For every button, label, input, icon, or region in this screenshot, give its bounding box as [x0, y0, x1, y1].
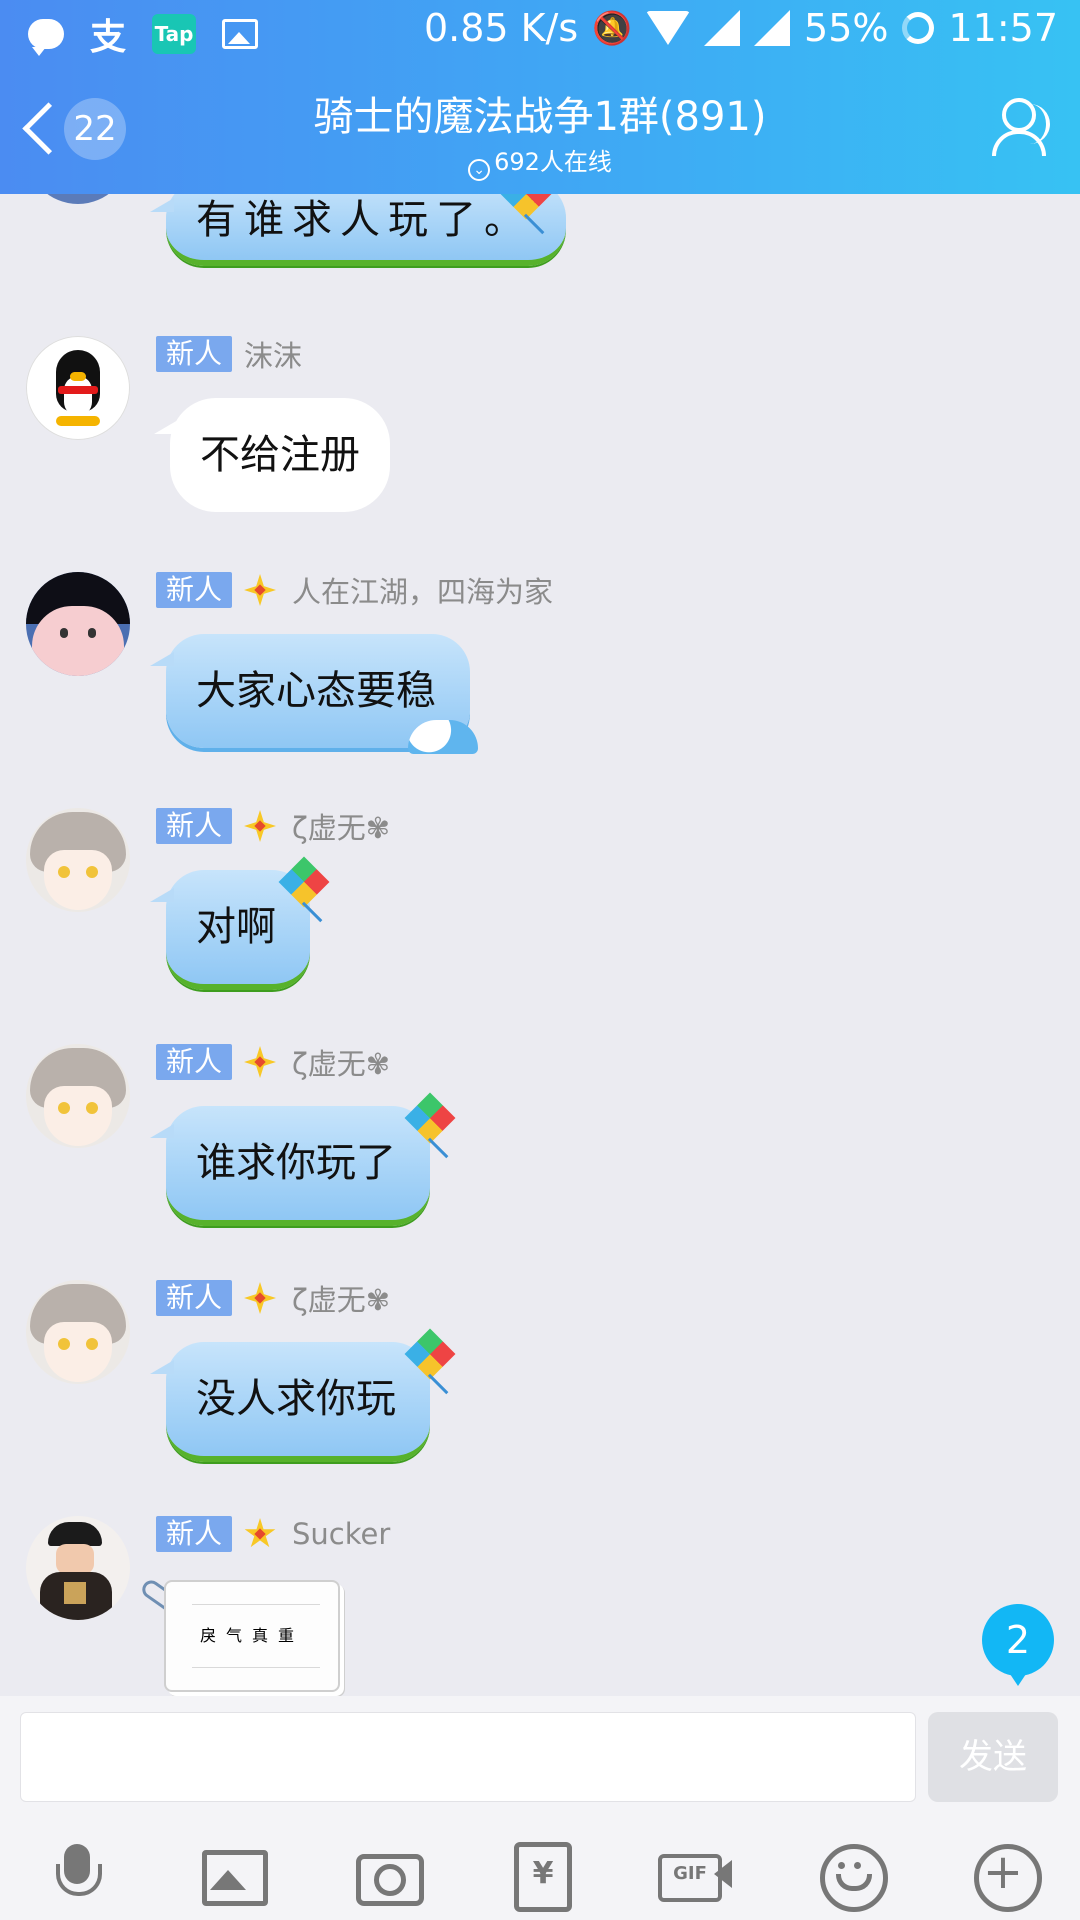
avatar[interactable] [26, 1516, 130, 1620]
message-bubble[interactable]: 谁求你玩了 [150, 1106, 430, 1226]
sender-meta: 新人 人在江湖，四海为家 [156, 569, 553, 611]
message-bubble[interactable]: 戾气真重 [164, 1580, 341, 1692]
sender-name[interactable]: ζ虚无✾ [292, 1041, 390, 1083]
message-input[interactable] [20, 1712, 916, 1802]
avatar[interactable] [26, 1044, 130, 1148]
wifi-icon [646, 11, 691, 45]
sender-name[interactable]: Sucker [292, 1517, 390, 1551]
zhi-app-icon: 支 [90, 17, 127, 58]
emoji-icon[interactable] [818, 1842, 888, 1912]
new-member-badge: 新人 [156, 1044, 233, 1080]
send-button[interactable]: 发送 [928, 1712, 1058, 1802]
battery-ring-icon [902, 12, 935, 44]
status-bar: 支 Tap 0.85 K/s 🔕 55% 11:57 [0, 0, 1080, 64]
top-bar: 支 Tap 0.85 K/s 🔕 55% 11:57 22 骑士的魔法战争1群(… [0, 0, 1080, 194]
message-bubble[interactable]: 没人求你玩 [150, 1342, 430, 1462]
avatar[interactable] [26, 336, 130, 440]
sender-name[interactable]: 沫沫 [244, 333, 302, 375]
member-level-icon [240, 570, 280, 610]
signal-icon-2 [754, 10, 791, 46]
clock: 11:57 [948, 6, 1058, 50]
sender-meta: 新人 ζ虚无✾ [156, 805, 390, 847]
chat-notification-icon [28, 19, 64, 56]
message-bubble[interactable]: 不给注册 [154, 398, 390, 512]
message-bubble[interactable]: 大家心态要稳 [150, 634, 478, 754]
gif-icon[interactable] [658, 1842, 734, 1906]
new-message-count-badge[interactable]: 2 [982, 1604, 1054, 1686]
member-level-icon [240, 1514, 280, 1554]
new-member-badge: 新人 [156, 1280, 233, 1316]
microphone-icon[interactable] [46, 1842, 110, 1906]
composer-bar: 发送 [0, 1696, 1080, 1920]
red-packet-icon[interactable] [508, 1842, 572, 1912]
chevron-down-circle-icon: ⌄ [468, 159, 491, 181]
member-level-icon [240, 1278, 280, 1318]
group-members-button[interactable] [988, 94, 1058, 160]
online-count[interactable]: ⌄ 692人在线 [0, 142, 1080, 181]
member-level-icon [240, 1042, 280, 1082]
new-member-badge: 新人 [156, 808, 233, 844]
sender-meta: 新人 ζ虚无✾ [156, 1277, 390, 1319]
tap-app-icon: Tap [152, 14, 197, 54]
sender-meta: 新人 Sucker [156, 1516, 390, 1552]
bell-off-icon: 🔕 [592, 9, 633, 47]
plus-icon[interactable] [972, 1842, 1042, 1912]
sender-meta: 新人 沫沫 [156, 333, 302, 375]
sender-name[interactable]: 人在江湖，四海为家 [292, 569, 553, 611]
camera-icon[interactable] [354, 1842, 424, 1906]
sender-meta: 新人 ζ虚无✾ [156, 1041, 390, 1083]
image-icon[interactable] [200, 1842, 268, 1906]
avatar[interactable] [26, 572, 130, 676]
sender-name[interactable]: ζ虚无✾ [292, 1277, 390, 1319]
network-speed: 0.85 K/s [423, 6, 579, 50]
composer-toolbar [0, 1832, 1080, 1920]
image-notification-icon [222, 19, 259, 49]
new-member-badge: 新人 [156, 1516, 233, 1552]
online-text: 692人在线 [494, 148, 612, 176]
signal-icon [704, 10, 741, 46]
new-member-badge: 新人 [156, 572, 233, 608]
group-title[interactable]: 骑士的魔法战争1群(891) [0, 84, 1080, 142]
avatar[interactable] [26, 808, 130, 912]
sender-name[interactable]: ζ虚无✾ [292, 805, 390, 847]
battery-percent: 55% [804, 6, 889, 50]
new-member-badge: 新人 [156, 336, 233, 372]
avatar[interactable] [26, 1280, 130, 1384]
member-level-icon [240, 806, 280, 846]
